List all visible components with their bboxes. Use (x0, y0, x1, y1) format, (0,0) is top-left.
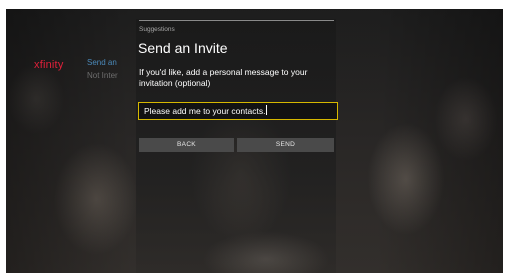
send-button[interactable]: SEND (237, 138, 334, 152)
dialog-divider (139, 20, 334, 21)
back-button[interactable]: BACK (139, 138, 234, 152)
personal-message-text: Please add me to your contacts. (144, 106, 266, 116)
dialog-title: Send an Invite (138, 40, 228, 56)
section-label: Suggestions (139, 26, 175, 33)
dialog-description: If you'd like, add a personal message to… (139, 67, 308, 88)
xfinity-logo: xfinity (34, 59, 64, 71)
background-menu-item-not-interested[interactable]: Not Inter (87, 69, 118, 82)
background-menu-item-send[interactable]: Send an (87, 56, 118, 69)
tv-screen: xfinity Send an Not Inter Suggestions Se… (6, 9, 503, 273)
personal-message-input[interactable]: Please add me to your contacts. (138, 102, 338, 120)
text-caret (266, 105, 268, 115)
background-menu: Send an Not Inter (87, 56, 118, 82)
